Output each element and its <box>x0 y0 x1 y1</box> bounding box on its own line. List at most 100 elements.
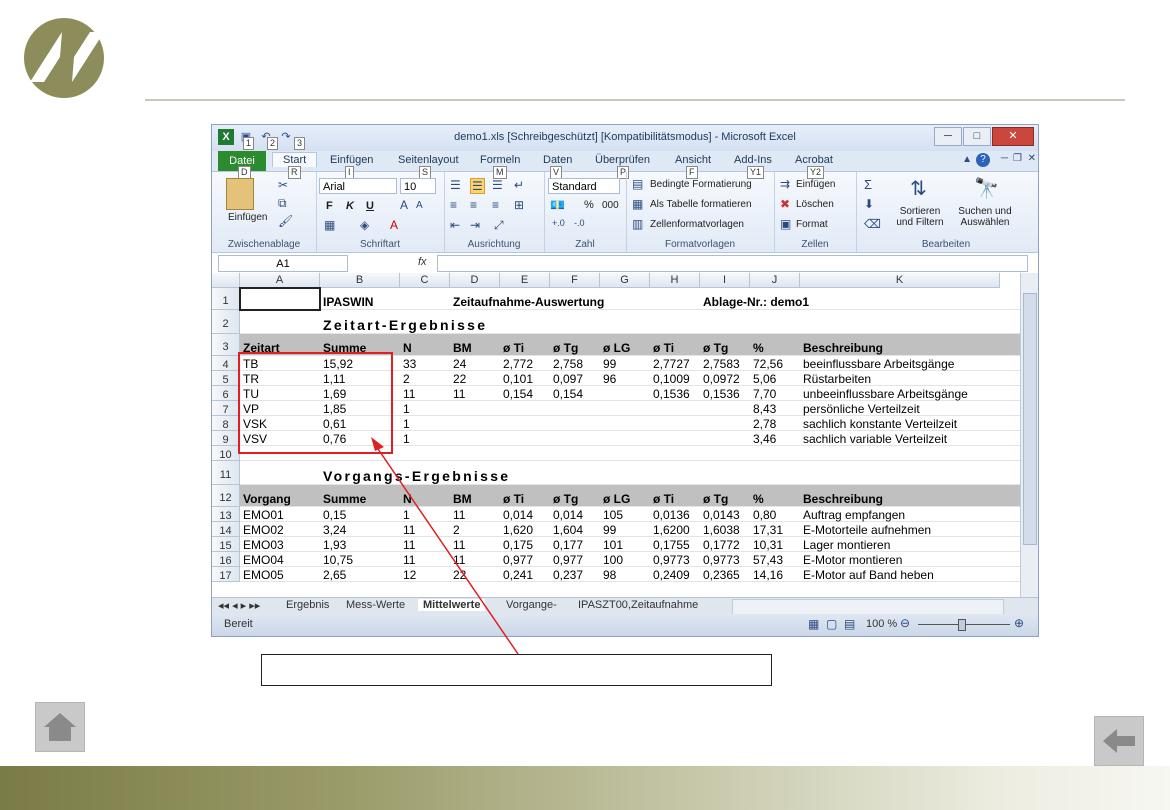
cell[interactable]: 2,65 <box>320 567 346 583</box>
row-header[interactable]: 7 <box>212 401 240 416</box>
sort-filter-button[interactable]: Sortieren und Filtern <box>890 206 950 228</box>
select-all-corner[interactable] <box>212 273 240 288</box>
cell[interactable]: 2 <box>450 522 460 538</box>
format-cells-button[interactable]: Format <box>796 219 828 230</box>
cell[interactable]: 101 <box>600 537 623 553</box>
cell[interactable]: 22 <box>450 567 466 583</box>
cell[interactable]: 8,43 <box>750 401 776 417</box>
insert-cells-icon[interactable]: ⇉ <box>780 177 790 191</box>
paste-button[interactable]: Einfügen <box>228 212 267 223</box>
name-box[interactable]: A1 <box>218 255 348 272</box>
row-header[interactable]: 4 <box>212 356 240 371</box>
cell[interactable]: 11 <box>400 537 415 553</box>
cell[interactable]: 2,7727 <box>650 356 690 372</box>
delete-cells-button[interactable]: Löschen <box>796 199 834 210</box>
sheet-nav-icon[interactable]: ◂◂ ◂ ▸ ▸▸ <box>218 599 260 612</box>
cell[interactable]: 1,620 <box>500 522 533 538</box>
wrap-text-icon[interactable]: ↵ <box>514 178 524 192</box>
cell[interactable]: 0,977 <box>500 552 533 568</box>
cell[interactable]: 72,56 <box>750 356 783 372</box>
sheet-tab-mess-werte[interactable]: Mess-Werte <box>346 599 405 611</box>
tab-addins[interactable]: Add-Ins <box>734 154 772 166</box>
cell[interactable]: EMO03 <box>240 537 284 553</box>
cell[interactable]: 11 <box>450 386 465 402</box>
shrink-font-icon[interactable]: A <box>416 200 423 211</box>
cell[interactable]: 0,1772 <box>700 537 740 553</box>
page-break-view-icon[interactable]: ▤ <box>844 617 855 631</box>
cell[interactable]: EMO02 <box>240 522 284 538</box>
decrease-decimal-icon[interactable]: -.0 <box>574 218 585 228</box>
row-header[interactable]: 3 <box>212 334 240 356</box>
orientation-icon[interactable]: ⤢ <box>494 218 504 233</box>
format-as-table-icon[interactable]: ▦ <box>632 197 643 211</box>
align-right-icon[interactable]: ≡ <box>492 198 499 212</box>
italic-button[interactable]: K <box>346 200 354 212</box>
cell[interactable]: 11 <box>450 552 465 568</box>
cell[interactable]: 0,80 <box>750 507 776 523</box>
cell[interactable]: beeinflussbare Arbeitsgänge <box>800 356 954 372</box>
cell[interactable]: 11 <box>450 537 465 553</box>
cell[interactable]: 1,6200 <box>650 522 690 538</box>
cell[interactable]: 99 <box>600 522 616 538</box>
find-select-icon[interactable]: 🔭 <box>974 176 999 201</box>
cell[interactable]: 17,31 <box>750 522 783 538</box>
insert-cells-button[interactable]: Einfügen <box>796 179 835 190</box>
tab-insert[interactable]: Einfügen <box>330 154 373 166</box>
cell[interactable]: 0,0136 <box>650 507 690 523</box>
cell[interactable]: 33 <box>400 356 416 372</box>
tab-formulas[interactable]: Formeln <box>480 154 520 166</box>
row-header[interactable]: 5 <box>212 371 240 386</box>
cell[interactable]: 57,43 <box>750 552 783 568</box>
close-icon[interactable]: ✕ <box>992 127 1034 146</box>
cell[interactable]: 24 <box>450 356 466 372</box>
font-size-select[interactable]: 10 <box>400 178 436 194</box>
cell[interactable]: 11 <box>400 552 415 568</box>
tab-view[interactable]: Ansicht <box>675 154 711 166</box>
cell[interactable]: 1,93 <box>320 537 346 553</box>
cell[interactable]: Lager montieren <box>800 537 890 553</box>
cell[interactable]: 2,7583 <box>700 356 740 372</box>
cell[interactable]: 22 <box>450 371 466 387</box>
cell[interactable]: 0,9773 <box>650 552 690 568</box>
column-header[interactable]: I <box>700 273 750 288</box>
restore-workbook-icon[interactable]: ❐ <box>1013 153 1022 164</box>
minimize-icon[interactable]: ─ <box>934 127 962 146</box>
cell[interactable]: 0,1536 <box>700 386 740 402</box>
vertical-scrollbar[interactable] <box>1020 273 1038 597</box>
cell[interactable]: 0,2365 <box>700 567 740 583</box>
back-button[interactable] <box>1094 716 1144 766</box>
row-header[interactable]: 12 <box>212 485 240 507</box>
tab-pagelayout[interactable]: Seitenlayout <box>398 154 459 166</box>
cut-icon[interactable]: ✂ <box>278 178 288 192</box>
row-header[interactable]: 16 <box>212 552 240 567</box>
tab-data[interactable]: Daten <box>543 154 572 166</box>
column-header[interactable]: B <box>320 273 400 288</box>
cell[interactable]: 10,31 <box>750 537 783 553</box>
sheet-tab-ergebnis[interactable]: Ergebnis <box>286 599 329 611</box>
cell[interactable]: E-Motor auf Band heben <box>800 567 934 583</box>
cell[interactable]: unbeeinflussbare Arbeitsgänge <box>800 386 968 402</box>
clear-icon[interactable]: ⌫ <box>864 217 881 231</box>
close-workbook-icon[interactable]: ✕ <box>1028 153 1036 164</box>
sheet-tab-ipaszt00[interactable]: IPASZT00,Zeitaufnahme <box>578 599 698 611</box>
tab-start[interactable]: Start <box>272 152 318 167</box>
cell[interactable]: EMO05 <box>240 567 284 583</box>
increase-indent-icon[interactable]: ⇥ <box>470 218 480 232</box>
borders-icon[interactable]: ▦ <box>324 218 335 232</box>
normal-view-icon[interactable]: ▦ <box>808 617 819 631</box>
cell[interactable]: Rüstarbeiten <box>800 371 871 387</box>
cell[interactable]: 0,977 <box>550 552 583 568</box>
cell[interactable]: 0,154 <box>500 386 533 402</box>
grow-font-icon[interactable]: A <box>400 198 408 212</box>
minimize-workbook-icon[interactable]: ─ <box>1001 153 1008 164</box>
conditional-formatting-icon[interactable]: ▤ <box>632 177 643 191</box>
cell-styles-icon[interactable]: ▥ <box>632 217 643 231</box>
zoom-in-icon[interactable]: ⊕ <box>1014 616 1024 630</box>
insert-function-button[interactable]: fx <box>418 256 427 268</box>
column-header[interactable]: E <box>500 273 550 288</box>
font-color-icon[interactable]: A <box>390 218 398 232</box>
paste-icon[interactable] <box>226 178 254 210</box>
zoom-out-icon[interactable]: ⊖ <box>900 616 910 630</box>
column-header[interactable]: J <box>750 273 800 288</box>
cell[interactable]: sachlich konstante Verteilzeit <box>800 416 957 432</box>
